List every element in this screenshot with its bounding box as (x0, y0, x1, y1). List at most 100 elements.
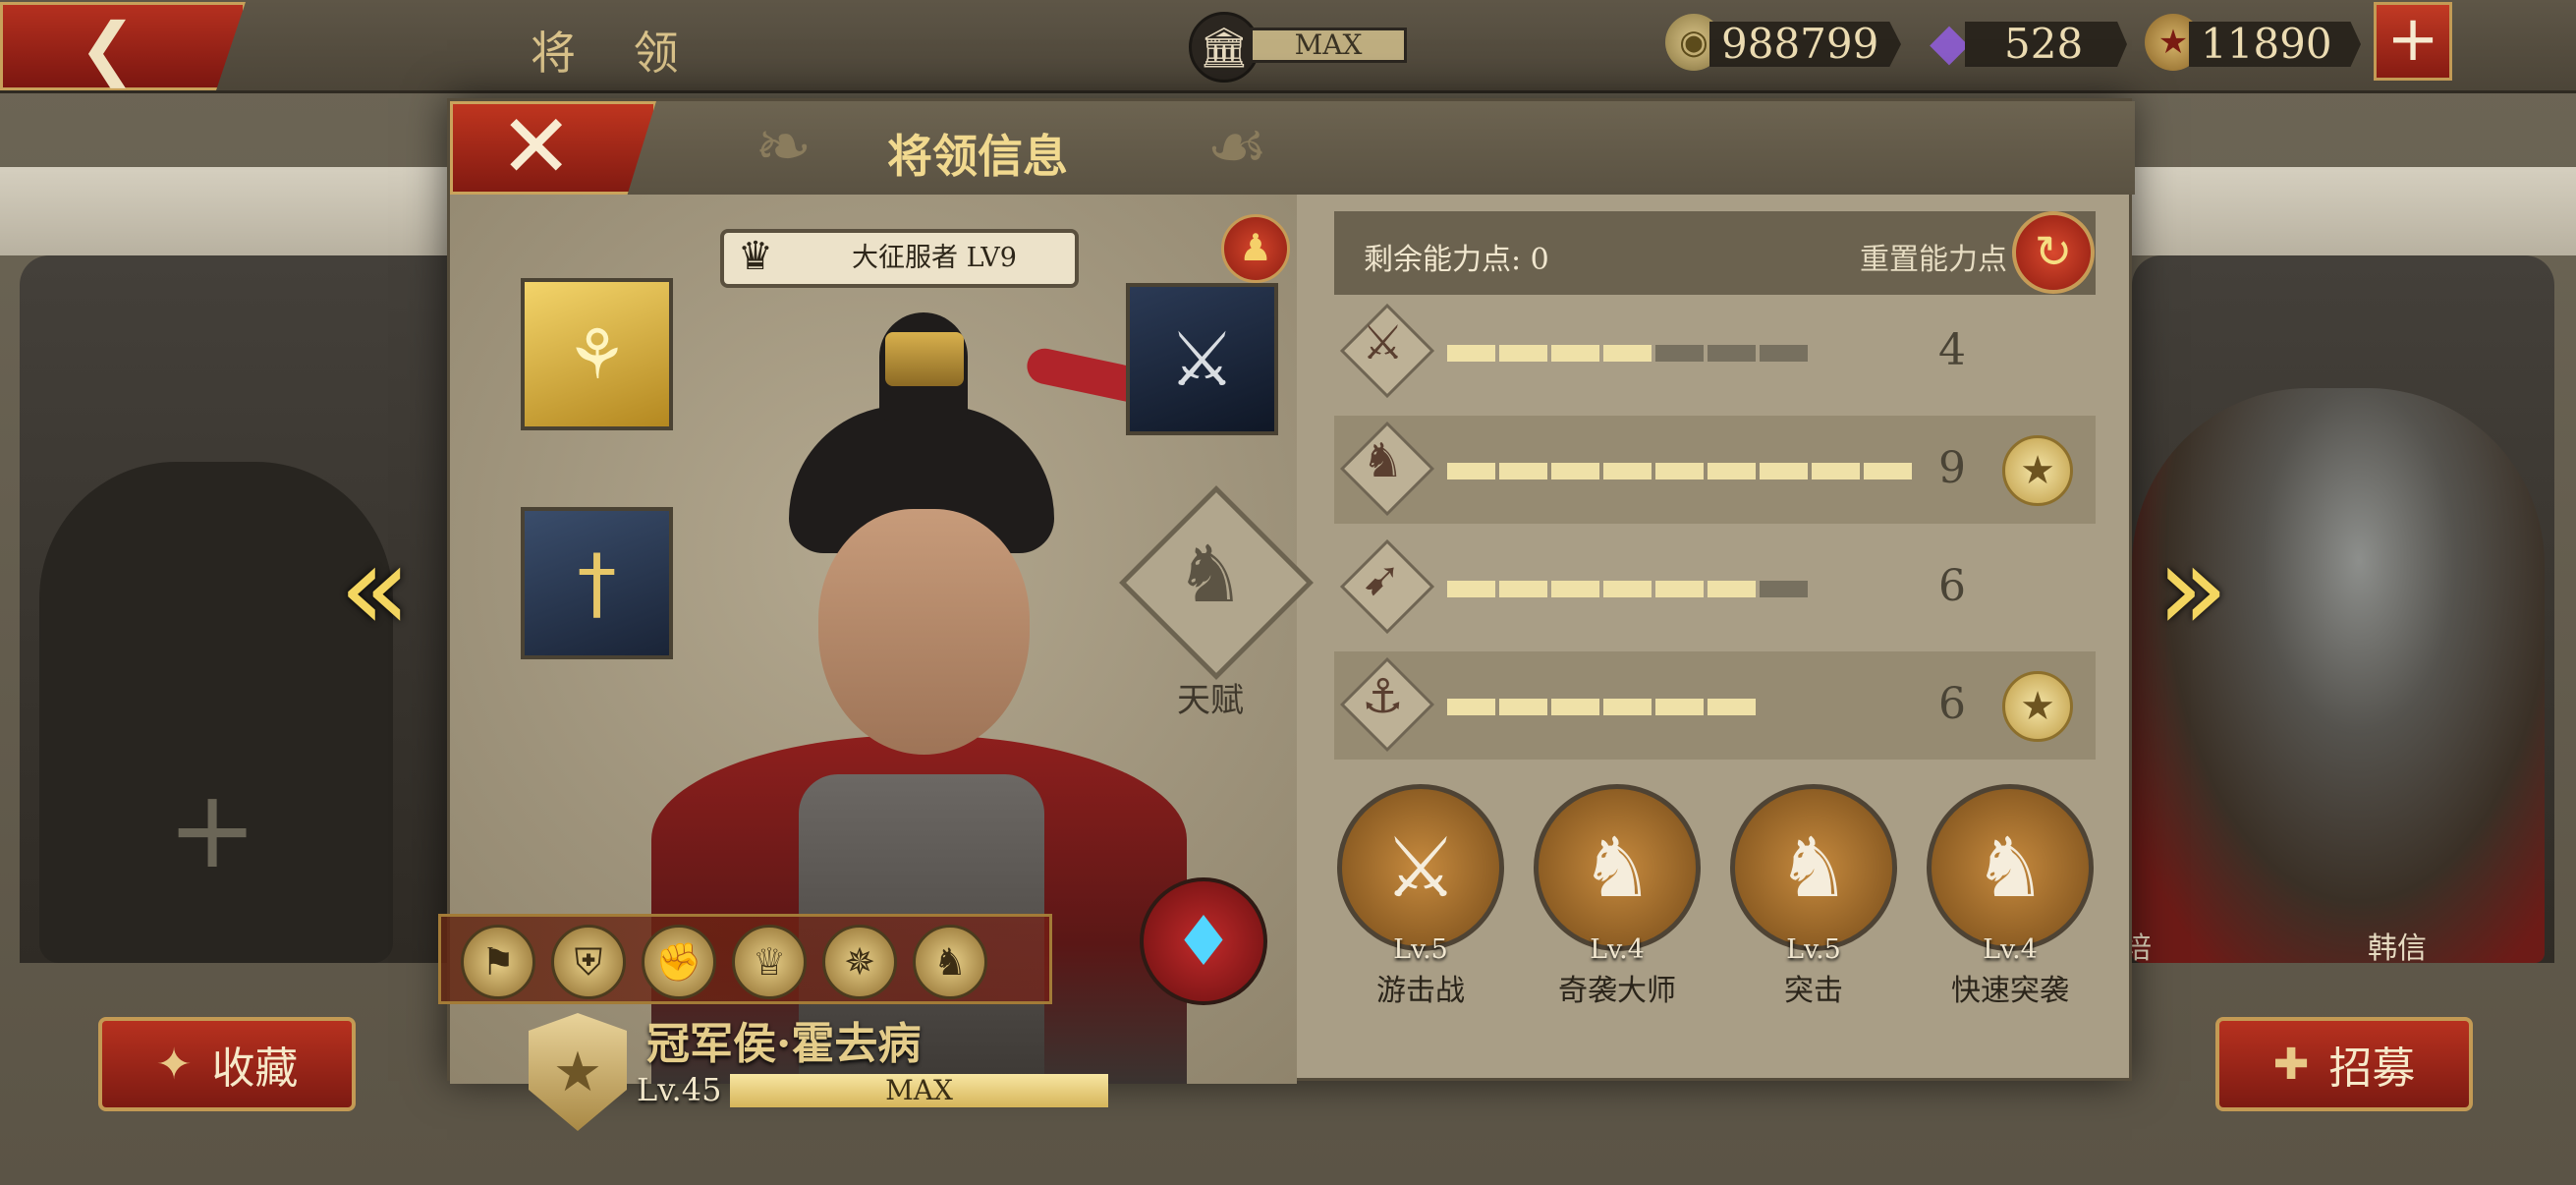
modal-title: 将领信息 (887, 130, 1068, 183)
stat-pip (1708, 345, 1756, 362)
skill-name: 游击战 (1376, 974, 1465, 1008)
skill-1-icon[interactable]: ⚔ (1337, 784, 1504, 951)
max-medal-icon[interactable]: ★ (2002, 435, 2073, 506)
stat-pip (1499, 463, 1547, 480)
hero-info-modal: ✕ ❧ 将领信息 ☙ ♛ 大征服者 LV9 ♟ ⚘ † ⚔ ♞ 天赋 ⚑ ⛨ ✊ (438, 95, 2135, 1131)
stat-pip (1447, 699, 1495, 715)
stat-pip (1551, 581, 1599, 597)
hero-level: Lv.45 (637, 1071, 722, 1108)
stat-pip (1760, 463, 1808, 480)
horse-icon: ♞ (1362, 433, 1405, 488)
stat-pip (1655, 581, 1704, 597)
stat-pips (1447, 699, 1756, 715)
reset-points-label: 重置能力点 (1860, 243, 2007, 277)
next-hero-name: 韩信 (2368, 931, 2427, 966)
bow-icon: ➹ (1362, 551, 1402, 606)
stat-pip (1655, 345, 1704, 362)
change-appearance-icon[interactable]: ♟ (1221, 214, 1290, 283)
gem-amount: 528 (1965, 22, 2127, 67)
add-hero-icon[interactable]: + (167, 766, 257, 892)
skill-4-icon[interactable]: ♞ (1927, 784, 2094, 951)
stat-pip (1760, 581, 1808, 597)
stat-pip (1708, 463, 1756, 480)
ability-points-header: 剩余能力点: 0 重置能力点 ↻ (1334, 211, 2096, 295)
stat-pip (1499, 581, 1547, 597)
laurel-right-icon: ☙ (1206, 106, 1268, 187)
top-bar: ❮ 将 领 🏛 MAX ◉ 988799 ◆ 528 ★ 11890 + (0, 0, 2576, 93)
building-level[interactable]: 🏛 MAX (1189, 12, 1407, 83)
recruit-plus-icon: ✚ (2272, 1039, 2310, 1090)
trait-fist-icon[interactable]: ✊ (642, 925, 716, 999)
crown-icon: ♛ (738, 234, 773, 279)
silver-amount: 988799 (1709, 22, 1901, 67)
skill-level: Lv.5 (1393, 934, 1448, 965)
stat-pip (1760, 345, 1808, 362)
page-title: 将 领 (531, 27, 700, 80)
recruit-label: 招募 (2328, 1044, 2416, 1094)
next-hero-portrait[interactable] (2132, 388, 2545, 963)
stat-row[interactable]: ⚔ 4 (1334, 298, 2096, 406)
back-chevron-icon: ❮ (79, 8, 137, 88)
stat-pip (1603, 699, 1652, 715)
stat-value: 6 (1938, 561, 1966, 611)
stat-pip (1499, 699, 1547, 715)
hero-panel: ♛ 大征服者 LV9 ♟ ⚘ † ⚔ ♞ 天赋 ⚑ ⛨ ✊ ♕ ✵ ♞ ♦ ★ (438, 195, 1314, 1131)
stat-pip (1708, 699, 1756, 715)
skill-name: 奇袭大师 (1558, 974, 1676, 1008)
stat-pip (1812, 463, 1860, 480)
laurel-left-icon: ❧ (755, 106, 812, 187)
stat-pip (1447, 463, 1495, 480)
hero-rank-shield-icon: ★ (529, 1013, 627, 1131)
stat-pip (1447, 345, 1495, 362)
soul-gem-icon[interactable]: ♦ (1140, 877, 1267, 1005)
stat-row[interactable]: ⚓ 6 ★ (1334, 651, 2096, 760)
trait-horse-icon[interactable]: ♞ (913, 925, 987, 999)
stat-value: 9 (1938, 443, 1966, 493)
stat-pip (1708, 581, 1756, 597)
trait-legion-icon[interactable]: ⚑ (461, 925, 535, 999)
close-icon[interactable]: ✕ (499, 95, 573, 198)
stat-value: 6 (1938, 679, 1966, 729)
building-level-label: MAX (1250, 28, 1407, 63)
knight-talent-icon[interactable]: ♞ (1175, 529, 1246, 620)
reset-points-button[interactable]: ↻ (2012, 211, 2095, 294)
sword-equipment-icon[interactable]: † (521, 507, 673, 659)
anchor-icon: ⚓ (1362, 669, 1405, 724)
skill-level: Lv.4 (1590, 934, 1645, 965)
stat-pip (1551, 345, 1599, 362)
stat-pip (1603, 345, 1652, 362)
collect-label: 收藏 (211, 1044, 299, 1094)
stat-pip (1499, 345, 1547, 362)
max-medal-icon[interactable]: ★ (2002, 671, 2073, 742)
talent-label: 天赋 (1177, 681, 1244, 720)
ticket-amount: 11890 (2189, 22, 2361, 67)
trait-compass-icon[interactable]: ✵ (822, 925, 897, 999)
stat-row[interactable]: ♞ 9 ★ (1334, 416, 2096, 524)
ticket-resource[interactable]: ★ 11890 (2145, 14, 2361, 73)
collect-button[interactable]: ✦ 收藏 (98, 1017, 356, 1111)
add-currency-button[interactable]: + (2374, 2, 2452, 81)
skill-name: 快速突袭 (1951, 974, 2069, 1008)
trait-strip: ⚑ ⛨ ✊ ♕ ✵ ♞ (438, 914, 1052, 1004)
skill-2-icon[interactable]: ♞ (1534, 784, 1701, 951)
frame-lintel-right (2132, 167, 2576, 255)
prev-hero-arrow-icon[interactable]: « (339, 521, 411, 657)
stat-pips (1447, 345, 1808, 362)
level-progress-bar: MAX (730, 1074, 1108, 1107)
skill-3-icon[interactable]: ♞ (1730, 784, 1897, 951)
stat-pip (1655, 699, 1704, 715)
gem-resource[interactable]: ◆ 528 (1921, 13, 2127, 73)
dagger-equipment-icon[interactable]: ⚔ (1126, 283, 1278, 435)
trait-shield-icon[interactable]: ⛨ (551, 925, 626, 999)
hero-hairpiece (885, 332, 964, 386)
banner-equipment-icon[interactable]: ⚘ (521, 278, 673, 430)
silver-resource[interactable]: ◉ 988799 (1665, 14, 1901, 73)
rank-badge[interactable]: ♛ 大征服者 LV9 (720, 229, 1079, 288)
recruit-button[interactable]: ✚ 招募 (2215, 1017, 2473, 1111)
hero-face (818, 509, 1030, 755)
trait-helmet-icon[interactable]: ♕ (732, 925, 807, 999)
stat-pips (1447, 463, 1912, 480)
stat-row[interactable]: ➹ 6 (1334, 534, 2096, 642)
next-hero-arrow-icon[interactable]: » (2156, 521, 2228, 657)
frame-lintel-left (0, 167, 447, 255)
